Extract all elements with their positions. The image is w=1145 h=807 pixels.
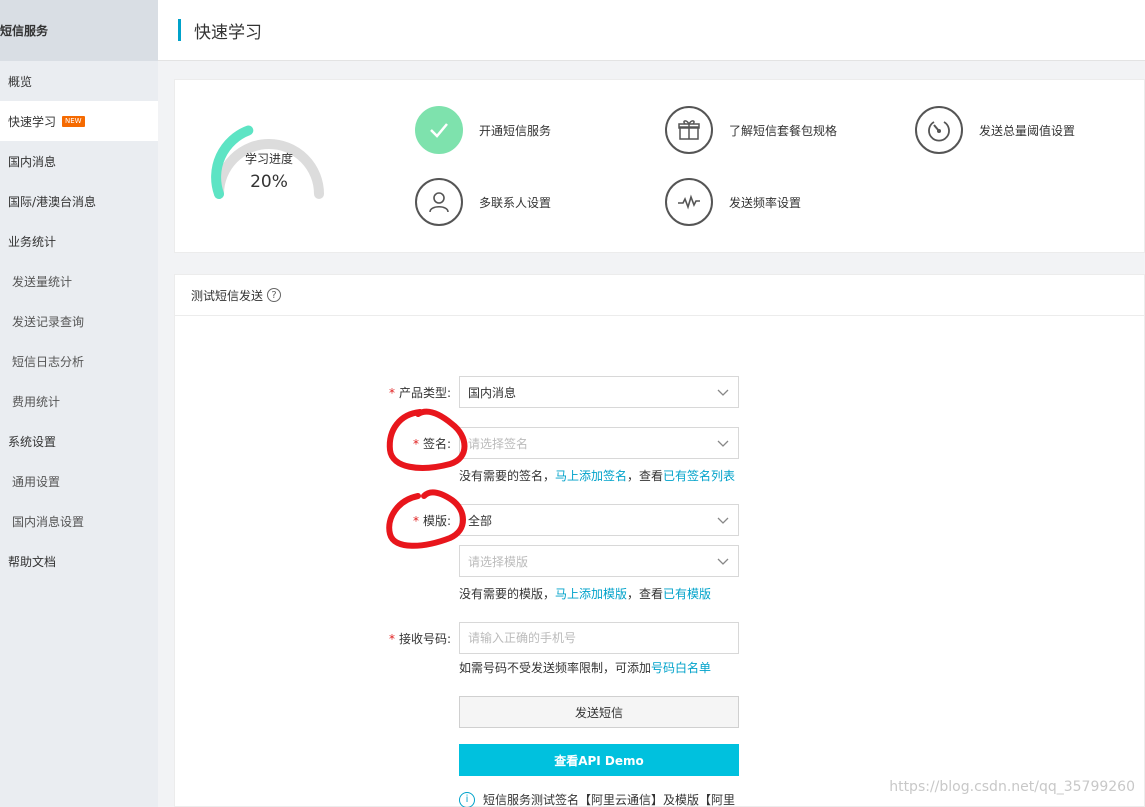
sidebar-item-system-settings[interactable]: 系统设置 (0, 421, 158, 461)
sidebar-item-label: 业务统计 (8, 234, 57, 249)
sidebar-item-send-records[interactable]: 发送记录查询 (0, 301, 158, 341)
chevron-down-icon (717, 558, 729, 565)
test-sms-title: 测试短信发送 (191, 288, 264, 303)
sidebar-item-cost-stats[interactable]: 费用统计 (0, 381, 158, 421)
sidebar-item-domestic-messages[interactable]: 国内消息 (0, 141, 158, 181)
user-icon (415, 178, 463, 226)
progress-label: 学习进度 (244, 152, 293, 166)
main-content: 快速学习 学习进度 20% 开通短信服务 了解短信套餐包规格 发送总量阈值设置 … (158, 0, 1145, 807)
gauge-icon (915, 106, 963, 154)
add-template-link[interactable]: 马上添加模版 (555, 587, 627, 601)
progress-value: 20% (250, 172, 288, 192)
step-label: 开通短信服务 (479, 123, 552, 138)
signature-hint: 没有需要的签名，马上添加签名，查看已有签名列表 (459, 467, 735, 484)
sidebar-item-label: 国内消息 (8, 154, 57, 169)
step-multi-contacts[interactable]: 多联系人设置 (415, 178, 551, 226)
whitelist-link[interactable]: 号码白名单 (651, 661, 711, 675)
step-label: 多联系人设置 (479, 195, 552, 210)
phone-label-text: 接收号码: (398, 632, 451, 646)
sidebar-item-general-settings[interactable]: 通用设置 (0, 461, 158, 501)
test-sms-card: 测试短信发送 ? * 产品类型: 国内消息 * 签名: 请选择签名 没有需要的签名，… (174, 274, 1145, 807)
info-notice: i 短信服务测试签名【阿里云通信】及模版【阿里 (459, 791, 735, 807)
add-signature-link[interactable]: 马上添加签名 (555, 469, 627, 483)
chevron-down-icon (717, 440, 729, 447)
step-open-service[interactable]: 开通短信服务 (415, 106, 551, 154)
red-scribble-annotation (386, 408, 468, 549)
chevron-down-icon (717, 389, 729, 396)
required-mark: * (388, 632, 395, 646)
product-type-label-text: 产品类型: (398, 386, 451, 400)
hint-text: 如需号码不受发送频率限制，可添加 (459, 661, 652, 675)
gift-icon (665, 106, 713, 154)
hint-text: ，查看 (627, 469, 664, 483)
step-label: 了解短信套餐包规格 (729, 123, 838, 138)
sidebar-item-international-messages[interactable]: 国际/港澳台消息 (0, 181, 158, 221)
template-list-link[interactable]: 已有模版 (663, 587, 711, 601)
sidebar-item-label: 费用统计 (12, 394, 61, 409)
product-type-select[interactable]: 国内消息 (459, 376, 739, 408)
progress-card: 学习进度 20% 开通短信服务 了解短信套餐包规格 发送总量阈值设置 多联系人设… (174, 79, 1145, 253)
step-send-frequency[interactable]: 发送频率设置 (665, 178, 801, 226)
new-badge: NEW (62, 115, 85, 127)
hint-text: ，查看 (627, 587, 664, 601)
sidebar-item-label: 发送量统计 (12, 274, 73, 289)
sidebar-item-log-analysis[interactable]: 短信日志分析 (0, 341, 158, 381)
page-header: 快速学习 (158, 0, 1145, 61)
sidebar-item-help-docs[interactable]: 帮助文档 (0, 541, 158, 581)
watermark: https://blog.csdn.net/qq_35799260 (889, 779, 1135, 795)
step-volume-threshold[interactable]: 发送总量阈值设置 (915, 106, 1075, 154)
sidebar-item-label: 帮助文档 (8, 554, 57, 569)
sidebar: 短信服务 概览 快速学习 NEW 国内消息 国际/港澳台消息 业务统计 发送量统计… (0, 0, 158, 807)
sidebar-item-label: 短信日志分析 (12, 354, 85, 369)
test-sms-header: 测试短信发送 ? (175, 275, 1144, 316)
progress-gauge: 学习进度 20% (209, 124, 329, 204)
help-icon[interactable]: ? (267, 288, 282, 302)
product-type-value: 国内消息 (468, 385, 517, 400)
send-sms-button[interactable]: 发送短信 (459, 696, 739, 728)
step-label: 发送总量阈值设置 (979, 123, 1076, 138)
template-hint: 没有需要的模版，马上添加模版，查看已有模版 (459, 585, 711, 602)
sidebar-item-label: 系统设置 (8, 434, 57, 449)
sidebar-item-label: 概览 (8, 74, 33, 89)
template-select[interactable]: 请选择模版 (459, 545, 739, 577)
title-accent-bar (178, 19, 181, 41)
info-icon: i (459, 791, 475, 807)
sidebar-header: 短信服务 (0, 0, 158, 61)
template-type-select[interactable]: 全部 (459, 504, 739, 536)
phone-input[interactable] (459, 622, 739, 654)
phone-hint: 如需号码不受发送频率限制，可添加号码白名单 (459, 659, 711, 676)
sidebar-item-label: 国内消息设置 (12, 514, 85, 529)
sidebar-item-label: 发送记录查询 (12, 314, 85, 329)
sidebar-item-business-stats[interactable]: 业务统计 (0, 221, 158, 261)
sidebar-item-quick-learn[interactable]: 快速学习 NEW (0, 101, 158, 141)
view-api-demo-button[interactable]: 查看API Demo (459, 744, 739, 776)
page-title: 快速学习 (194, 22, 262, 43)
sidebar-item-label: 通用设置 (12, 474, 61, 489)
signature-list-link[interactable]: 已有签名列表 (663, 469, 735, 483)
signature-select[interactable]: 请选择签名 (459, 427, 739, 459)
product-type-label: * 产品类型: (351, 384, 451, 401)
step-package-specs[interactable]: 了解短信套餐包规格 (665, 106, 837, 154)
chevron-down-icon (717, 517, 729, 524)
check-icon (415, 106, 463, 154)
sidebar-item-overview[interactable]: 概览 (0, 61, 158, 101)
step-label: 发送频率设置 (729, 195, 802, 210)
phone-label: * 接收号码: (351, 630, 451, 647)
sidebar-item-send-volume[interactable]: 发送量统计 (0, 261, 158, 301)
pulse-icon (665, 178, 713, 226)
sidebar-item-label: 快速学习 (8, 114, 57, 129)
hint-text: 没有需要的模版， (459, 587, 556, 601)
info-text: 短信服务测试签名【阿里云通信】及模版【阿里 (483, 793, 736, 807)
sidebar-item-label: 国际/港澳台消息 (8, 194, 97, 209)
sidebar-item-domestic-settings[interactable]: 国内消息设置 (0, 501, 158, 541)
required-mark: * (388, 386, 395, 400)
